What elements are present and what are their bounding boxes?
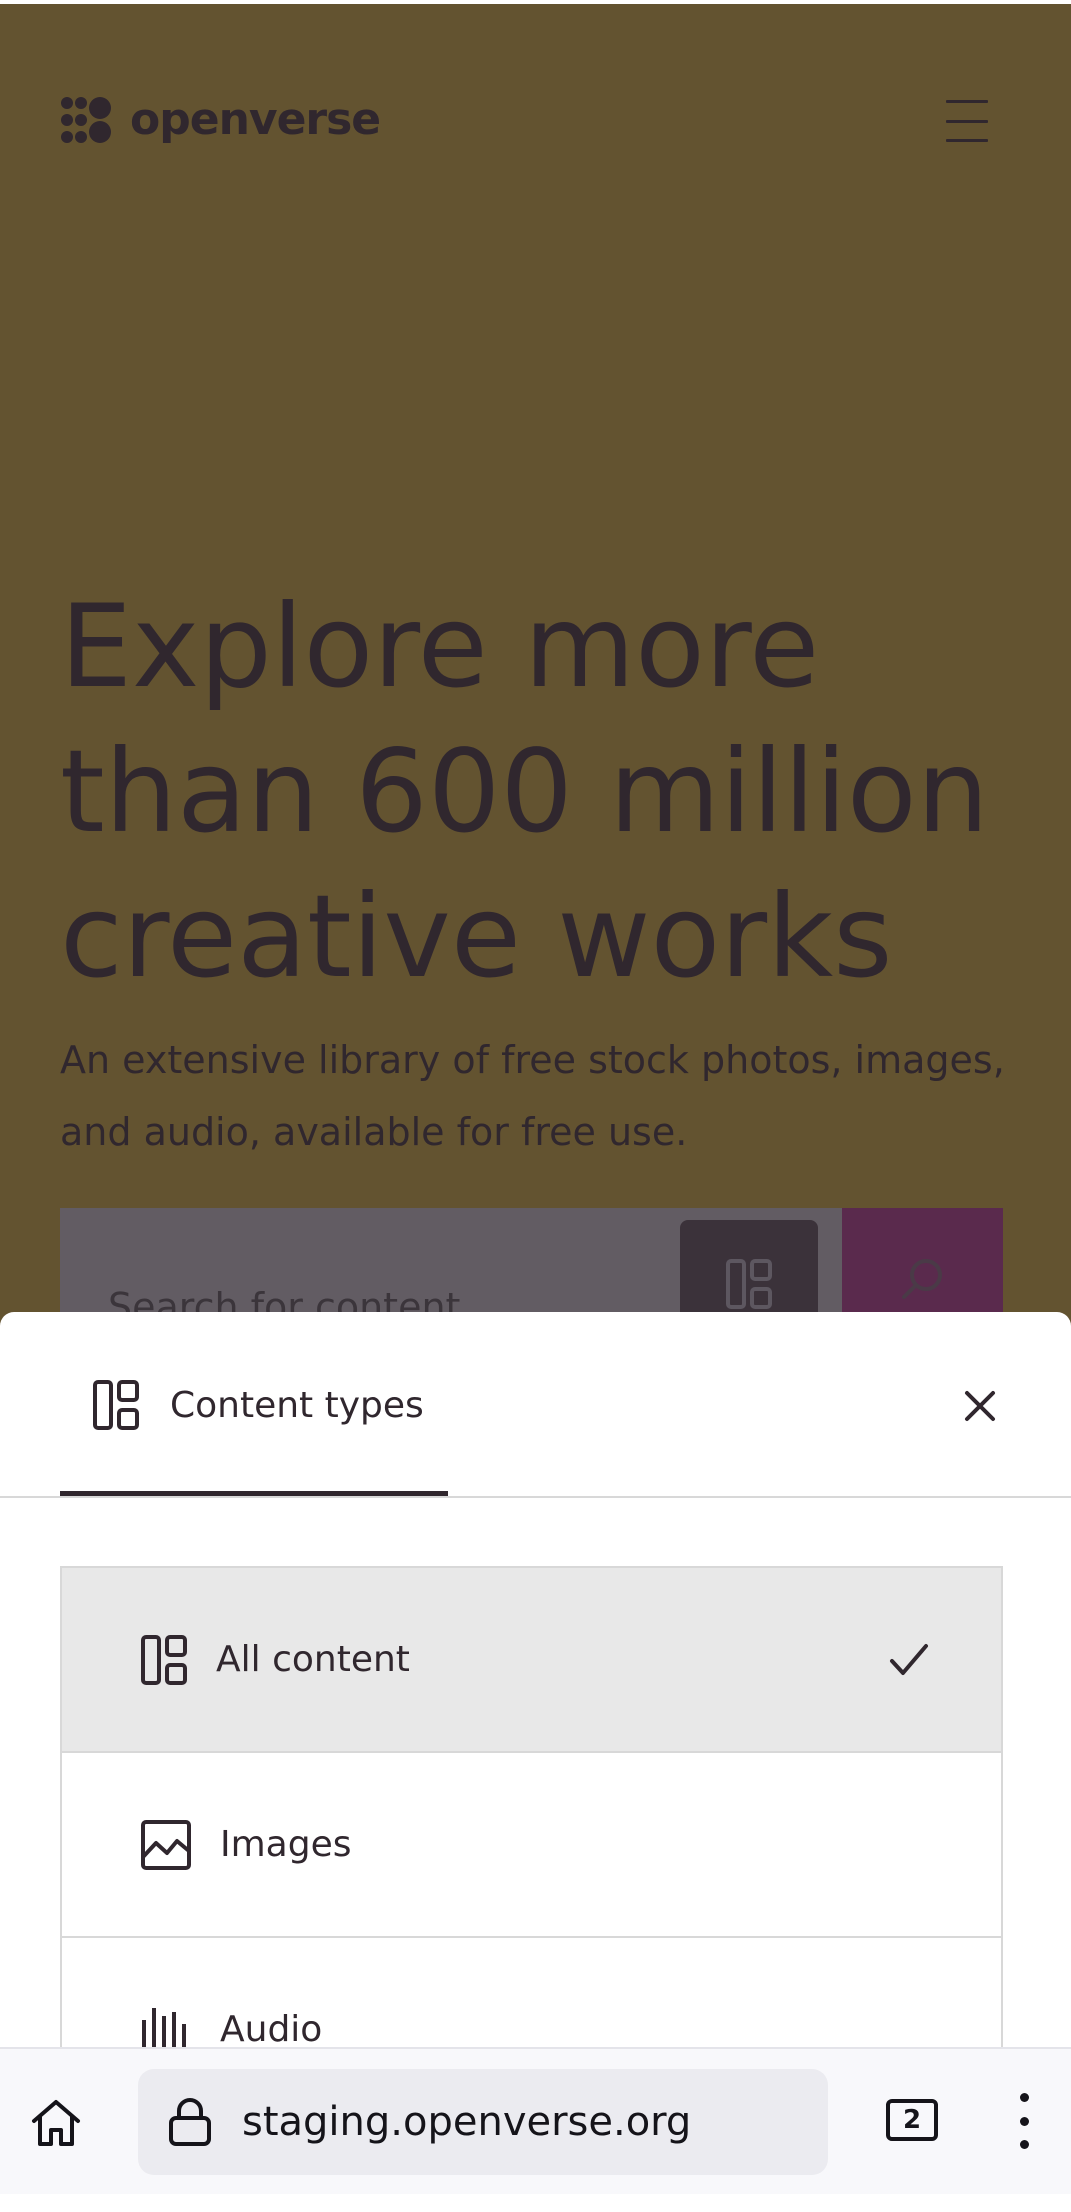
- tabs-counter-button[interactable]: 2: [886, 2099, 938, 2141]
- option-label: All content: [216, 1639, 410, 1680]
- url-text: staging.openverse.org: [242, 2099, 692, 2145]
- tab-label: Content types: [170, 1384, 424, 1426]
- divider: [0, 1496, 1071, 1498]
- search-icon: [901, 1259, 942, 1299]
- checkmark-icon: [890, 1643, 928, 1675]
- browser-toolbar: staging.openverse.org 2: [0, 2047, 1071, 2194]
- all-content-icon: [726, 1259, 772, 1309]
- option-label: Images: [220, 1824, 352, 1865]
- option-label: Audio: [220, 2009, 323, 2050]
- hamburger-menu-icon[interactable]: [944, 98, 990, 144]
- tab-content-types[interactable]: Content types: [60, 1312, 448, 1498]
- all-content-icon: [141, 1634, 187, 1685]
- openverse-logo-icon: [61, 96, 111, 143]
- content-type-options: All content Images Audio: [60, 1566, 1003, 2125]
- tab-count: 2: [902, 2105, 922, 2135]
- address-bar[interactable]: staging.openverse.org: [138, 2069, 828, 2175]
- image-icon: [141, 1819, 191, 1870]
- hero-subtitle: An extensive library of free stock photo…: [60, 1038, 1005, 1154]
- all-content-icon: [93, 1380, 139, 1430]
- option-images[interactable]: Images: [62, 1753, 1001, 1938]
- hero-title: Explore more than 600 million creative w…: [60, 580, 989, 1003]
- home-icon[interactable]: [30, 2097, 82, 2149]
- brand-name: openverse: [130, 94, 381, 145]
- page: openverse Explore more than 600 million …: [0, 0, 1071, 2212]
- option-all-content[interactable]: All content: [62, 1568, 1001, 1753]
- site-header[interactable]: openverse: [60, 94, 381, 145]
- close-button[interactable]: [956, 1382, 1004, 1430]
- more-vertical-icon[interactable]: [1018, 2093, 1030, 2149]
- close-icon: [965, 1391, 995, 1421]
- lock-icon: [169, 2098, 211, 2146]
